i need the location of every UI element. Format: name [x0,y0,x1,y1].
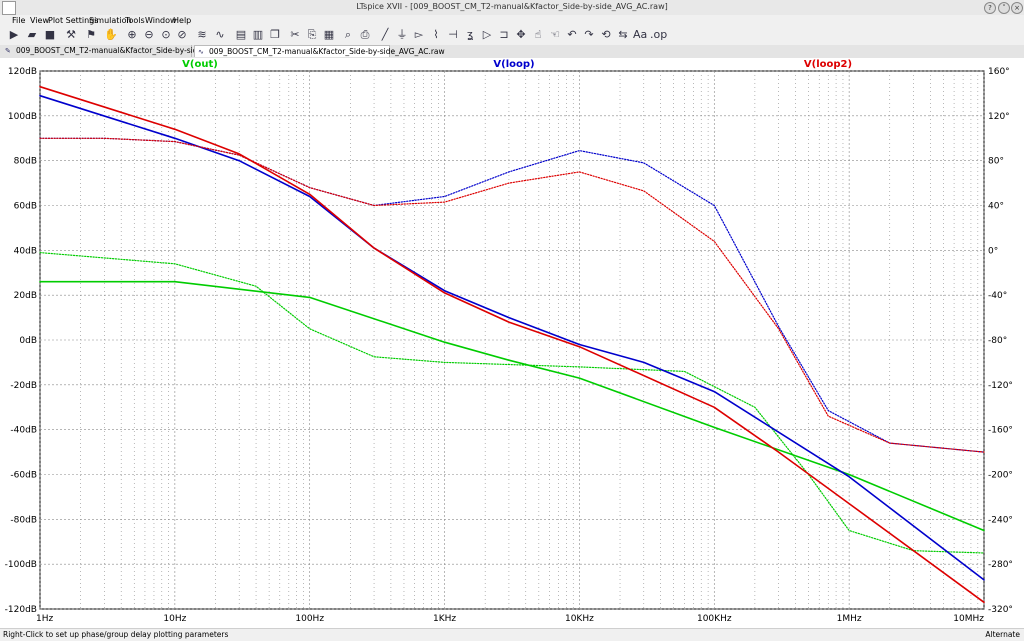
y-right-tick-label: -240° [988,515,1013,525]
menu-bar: File View Plot Settings Simulation Tools… [0,15,1024,27]
close-window-button[interactable]: × [1011,2,1023,14]
y-left-tick-label: -60dB [10,471,37,481]
help-window-button[interactable]: ? [984,2,996,14]
copy-icon[interactable]: ⎘ [305,28,319,42]
diode-icon[interactable]: ▷ [480,28,494,42]
tile-horizontal-icon[interactable]: ▥ [251,28,265,42]
tab-waveform[interactable]: ∿ 009_BOOST_CM_T2-manual&Kfactor_Side-by… [194,45,445,57]
redo-icon[interactable]: ↷ [582,28,596,42]
menu-tools[interactable]: Tools [125,16,145,25]
y-left-tick-label: 80dB [14,157,37,167]
move-icon[interactable]: ✥ [514,28,528,42]
waveform-icon: ∿ [198,48,204,56]
y-right-tick-label: -320° [988,605,1013,615]
component-icon[interactable]: ⊐ [497,28,511,42]
status-bar: Right-Click to set up phase/group delay … [0,628,1024,641]
y-left-tick-label: 40dB [14,246,37,256]
x-tick-label: 10MHz [953,614,984,624]
title-bar: LTspice XVII - [009_BOOST_CM_T2-manual&K… [0,0,1024,16]
inductor-icon[interactable]: ʓ [463,28,477,42]
y-right-tick-label: 0° [988,246,998,256]
y-left-tick-label: -40dB [10,426,37,436]
x-tick-label: 1Hz [36,614,53,624]
menu-window[interactable]: Window [145,16,177,25]
y-left-tick-label: -20dB [10,381,37,391]
text-icon[interactable]: Aa [633,28,647,42]
menu-file[interactable]: File [12,16,25,25]
minimize-window-button[interactable]: ˅ [998,2,1010,14]
y-right-tick-label: -280° [988,560,1013,570]
y-left-tick-label: -80dB [10,515,37,525]
y-right-tick-label: 80° [988,157,1004,167]
status-mode: Alternate [985,630,1020,639]
save-icon[interactable]: ■ [43,28,57,42]
y-right-tick-label: -200° [988,471,1013,481]
y-left-tick-label: 120dB [8,67,37,77]
zoom-fit-icon[interactable]: ⊙ [159,28,173,42]
capacitor-icon[interactable]: ⊣ [446,28,460,42]
y-right-tick-label: 40° [988,202,1004,212]
waveform-icon[interactable]: ∿ [213,28,227,42]
x-tick-label: 10Hz [163,614,186,624]
control-panel-icon[interactable]: ⚒ [64,28,78,42]
y-right-tick-label: 120° [988,112,1010,122]
print-icon[interactable]: ⎙ [358,28,372,42]
y-right-tick-label: -40° [988,291,1007,301]
mirror-icon[interactable]: ⇆ [616,28,630,42]
document-tab-bar: ✎ 009_BOOST_CM_T2-manual&Kfactor_Side-by… [0,45,1024,59]
drag-icon[interactable]: ☝ [531,28,545,42]
drag-copy-icon[interactable]: ☜ [548,28,562,42]
zoom-cancel-icon[interactable]: ⊘ [175,28,189,42]
y-right-tick-label: -120° [988,381,1013,391]
menu-help[interactable]: Help [173,16,191,25]
y-left-tick-label: 20dB [14,291,37,301]
cascade-icon[interactable]: ❐ [268,28,282,42]
y-right-tick-label: -80° [988,336,1007,346]
resistor-icon[interactable]: ⌇ [429,28,443,42]
x-tick-label: 1MHz [837,614,862,624]
run-man-icon[interactable]: ⚑ [84,28,98,42]
label-icon[interactable]: ▻ [412,28,426,42]
ground-icon[interactable]: ⏚ [395,28,409,42]
autorange-icon[interactable]: ≋ [195,28,209,42]
trace-label-vloop2: V(loop2) [804,59,852,70]
waveform-plot-pane[interactable]: 120dB 100dB 80dB 60dB 40dB 20dB 0dB -20dB -40dB -… [0,58,1024,628]
find-icon[interactable]: ⌕ [341,28,355,42]
x-tick-label: 10KHz [565,614,594,624]
x-tick-label: 100KHz [697,614,732,624]
toolbar: ▶ ▰ ■ ⚒ ⚑ ✋ ⊕ ⊖ ⊙ ⊘ ≋ ∿ ▤ ▥ ❐ ✂ ⎘ ▦ ⌕ ⎙ … [0,27,1024,46]
undo-icon[interactable]: ↶ [565,28,579,42]
cut-icon[interactable]: ✂ [288,28,302,42]
status-hint: Right-Click to set up phase/group delay … [3,630,229,639]
y-left-tick-label: 0dB [19,336,37,346]
y-right-tick-label: -160° [988,426,1013,436]
rotate-icon[interactable]: ⟲ [599,28,613,42]
y-left-tick-label: -120dB [5,605,37,615]
tab-label: 009_BOOST_CM_T2-manual&Kfactor_Side-by-s… [209,47,445,56]
wire-icon[interactable]: ╱ [378,28,392,42]
x-tick-label: 100Hz [295,614,324,624]
zoom-in-icon[interactable]: ⊕ [125,28,139,42]
open-icon[interactable]: ▰ [25,28,39,42]
trace-label-vloop: V(loop) [493,59,534,70]
y-left-tick-label: 100dB [8,112,37,122]
stop-icon[interactable]: ✋ [104,28,118,42]
trace-label-vout: V(out) [182,59,218,70]
tile-vertical-icon[interactable]: ▤ [234,28,248,42]
y-left-tick-label: -100dB [5,560,37,570]
bode-plot[interactable]: 120dB 100dB 80dB 60dB 40dB 20dB 0dB -20dB -40dB -… [0,58,1024,628]
y-left-tick-label: 60dB [14,202,37,212]
x-tick-label: 1KHz [433,614,456,624]
paste-icon[interactable]: ▦ [322,28,336,42]
schematic-icon: ✎ [5,47,11,55]
spice-directive-icon[interactable]: .op [650,28,667,42]
y-right-tick-label: 160° [988,67,1010,77]
zoom-out-icon[interactable]: ⊖ [142,28,156,42]
run-icon[interactable]: ▶ [7,28,21,42]
menu-view[interactable]: View [30,16,49,25]
tab-schematic[interactable]: ✎ 009_BOOST_CM_T2-manual&Kfactor_Side-by… [2,45,250,57]
window-title: LTspice XVII - [009_BOOST_CM_T2-manual&K… [356,2,668,11]
